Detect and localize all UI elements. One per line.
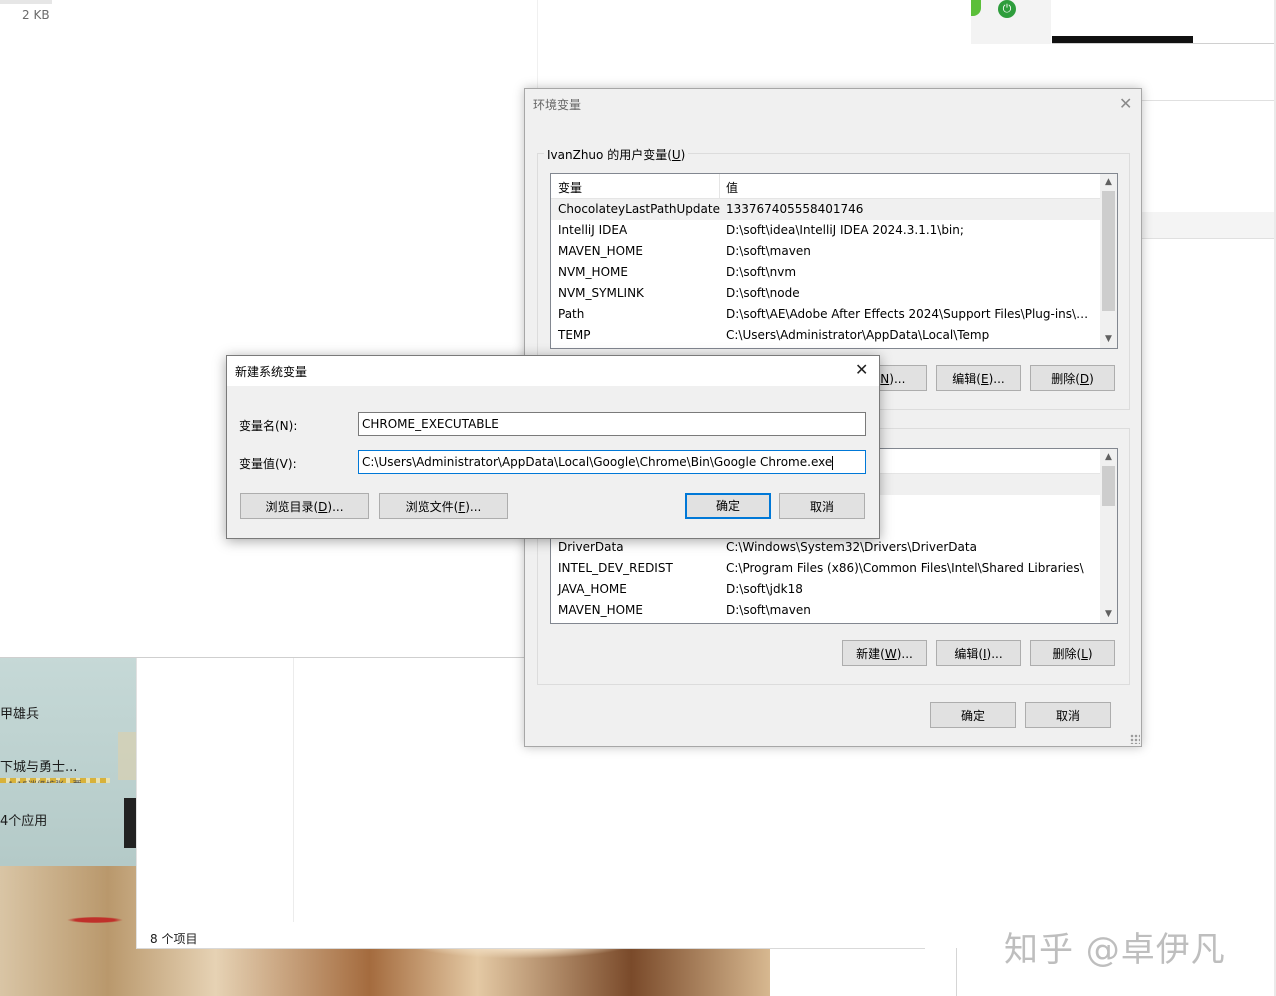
column-header-value[interactable]: 值 xyxy=(726,179,738,196)
scroll-down-icon[interactable]: ▼ xyxy=(1100,331,1117,348)
system-edit-button[interactable]: 编辑(I)... xyxy=(936,640,1021,666)
list-item[interactable]: IntelliJ IDEA D:\soft\idea\IntelliJ IDEA … xyxy=(551,220,1117,241)
dialog-title: 新建系统变量 xyxy=(235,365,308,379)
system-delete-button[interactable]: 删除(L) xyxy=(1030,640,1115,666)
desktop-app-sublabel: 1.15迷级扩张...要 xyxy=(8,778,82,783)
list-item[interactable]: TEMP C:\Users\Administrator\AppData\Local… xyxy=(551,325,1117,346)
desktop-app-count[interactable]: 4个应用 xyxy=(0,810,47,829)
list-item[interactable]: Path D:\soft\AE\Adobe After Effects 2024\… xyxy=(551,304,1117,325)
desktop-app-label[interactable]: 甲雄兵 xyxy=(0,703,39,722)
scroll-thumb[interactable] xyxy=(1102,466,1115,506)
list-item[interactable]: NVM_HOME D:\soft\nvm xyxy=(551,262,1117,283)
user-edit-button[interactable]: 编辑(E)... xyxy=(936,365,1021,391)
dialog-titlebar[interactable] xyxy=(227,356,879,386)
cancel-button[interactable]: 取消 xyxy=(779,493,865,519)
divider xyxy=(1052,43,1276,44)
user-variables-list[interactable]: 变量 值 ChocolateyLastPathUpdate 13376740555… xyxy=(550,173,1118,349)
pane-divider[interactable] xyxy=(293,656,294,922)
list-item[interactable]: MAVEN_HOME D:\soft\maven xyxy=(551,241,1117,262)
text-caret xyxy=(832,455,834,470)
watermark-text: 知乎 @卓伊凡 xyxy=(1004,930,1226,970)
column-divider xyxy=(537,0,538,90)
list-item[interactable]: ChocolateyLastPathUpdate 1337674055584017… xyxy=(551,199,1117,220)
status-bar-item-count: 8 个项目 xyxy=(150,932,198,946)
list-item[interactable]: MAVEN_HOME D:\soft\maven xyxy=(551,600,1117,621)
scroll-up-icon[interactable]: ▲ xyxy=(1100,174,1117,191)
file-size: 2 KB xyxy=(22,8,50,22)
column-header-variable[interactable]: 变量 xyxy=(558,179,582,196)
desktop-app-label[interactable]: 下城与勇士... xyxy=(0,756,77,775)
app-thumbnail xyxy=(118,732,136,780)
vertical-scrollbar[interactable]: ▲ ▼ xyxy=(1100,449,1117,623)
env-cancel-button[interactable]: 取消 xyxy=(1025,702,1111,728)
vertical-scrollbar[interactable]: ▲ ▼ xyxy=(1100,174,1117,348)
dialog-title: 环境变量 xyxy=(533,98,582,112)
user-variables-label: IvanZhuo 的用户变量(U) xyxy=(544,146,689,163)
scroll-down-icon[interactable]: ▼ xyxy=(1100,606,1117,623)
variable-value-field[interactable]: C:\Users\Administrator\AppData\Local\Goo… xyxy=(358,450,866,474)
scroll-up-icon[interactable]: ▲ xyxy=(1100,449,1117,466)
resize-grip-icon[interactable] xyxy=(1130,734,1140,744)
power-icon[interactable]: ⏻ xyxy=(998,0,1016,18)
list-item[interactable]: DriverData C:\Windows\System32\Drivers\Dr… xyxy=(551,537,1117,558)
divider xyxy=(1141,100,1276,101)
list-item[interactable]: INTEL_DEV_REDIST C:\Program Files (x86)\C… xyxy=(551,558,1117,579)
browse-file-button[interactable]: 浏览文件(F)... xyxy=(379,493,508,519)
scroll-thumb[interactable] xyxy=(1102,191,1115,311)
env-ok-button[interactable]: 确定 xyxy=(930,702,1016,728)
new-system-variable-dialog: 新建系统变量 ✕ 变量名(N): CHROME_EXECUTABLE 变量值(V… xyxy=(226,355,880,539)
list-header: 变量 值 xyxy=(551,174,1117,199)
system-new-button[interactable]: 新建(W)... xyxy=(842,640,927,666)
user-delete-button[interactable]: 删除(D) xyxy=(1030,365,1115,391)
variable-name-label: 变量名(N): xyxy=(239,419,298,433)
list-item[interactable]: NVM_SYMLINK D:\soft\node xyxy=(551,283,1117,304)
browse-directory-button[interactable]: 浏览目录(D)... xyxy=(240,493,369,519)
ok-button[interactable]: 确定 xyxy=(685,493,771,519)
close-icon[interactable]: ✕ xyxy=(855,360,868,379)
file-row-highlight xyxy=(0,0,52,4)
variable-value-label: 变量值(V): xyxy=(239,457,297,471)
list-item[interactable]: JAVA_HOME D:\soft\jdk18 xyxy=(551,579,1117,600)
variable-name-field[interactable]: CHROME_EXECUTABLE xyxy=(358,412,866,436)
close-icon[interactable]: ✕ xyxy=(1119,94,1132,113)
panel-header xyxy=(1141,212,1276,239)
